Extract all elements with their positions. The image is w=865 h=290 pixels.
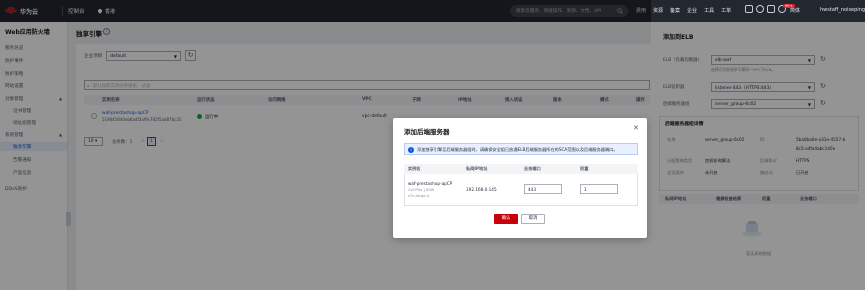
modal-table-header <box>404 164 638 174</box>
user-menu[interactable]: hwstaff_noiseping <box>820 7 865 13</box>
doc-icon[interactable] <box>745 5 753 13</box>
instance-spec: 2vCPUs | 8GB <box>408 187 435 192</box>
message-icon[interactable] <box>767 5 775 13</box>
instance-flavor: s7n.large.4 <box>408 193 430 198</box>
language-switch[interactable]: 简体 <box>790 7 800 14</box>
info-icon: i <box>408 147 414 153</box>
instance-ip: 192.168.0.145 <box>466 187 497 192</box>
weight-input[interactable]: 1 <box>580 184 618 194</box>
drawer-overlay <box>651 22 865 290</box>
modal-title: 添加后端服务器 <box>404 128 450 136</box>
col-weight: 权重 <box>580 166 589 171</box>
top-icons <box>745 5 786 13</box>
cancel-button[interactable]: 取消 <box>521 214 545 224</box>
close-icon[interactable]: ✕ <box>633 124 639 132</box>
col-private-ip: 私网IP地址 <box>466 166 488 171</box>
instance-name: waf-prestashop-apCP <box>408 181 453 186</box>
info-banner: i 添加独享引擎至后端服务器组时，请确保安全组已放通ELB后端服务器所在的SCA… <box>404 143 638 155</box>
port-value: 443 <box>528 187 536 192</box>
weight-value: 1 <box>584 187 587 192</box>
nav-tickets[interactable]: 工单 <box>721 7 731 14</box>
nav-enterprise[interactable]: 企业 <box>687 7 697 14</box>
info-text: 添加独享引擎至后端服务器组时，请确保安全组已放通ELB后端服务器所在的SCA范围… <box>417 147 618 152</box>
confirm-button[interactable]: 确认 <box>494 214 518 224</box>
col-business-port: 业务端口 <box>524 166 541 171</box>
business-port-input[interactable]: 443 <box>524 184 562 194</box>
nav-resources[interactable]: 资源 <box>653 7 663 14</box>
nav-tools[interactable]: 工具 <box>704 7 714 14</box>
nav-icp[interactable]: 备案 <box>670 7 680 14</box>
col-instance: 实例名 <box>408 166 421 171</box>
help-circle-icon[interactable] <box>756 5 764 13</box>
